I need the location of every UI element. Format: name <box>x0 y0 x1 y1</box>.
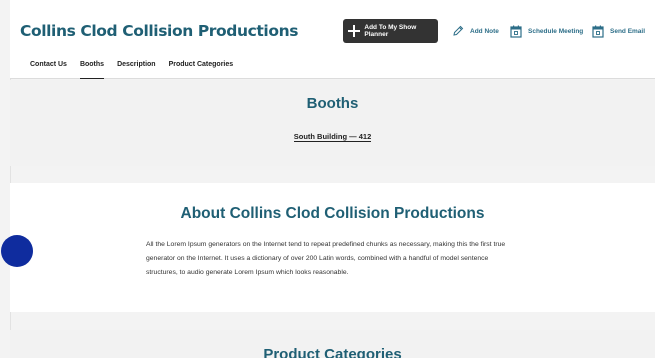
floating-dot[interactable] <box>1 235 33 267</box>
send-email-label: Send Email <box>610 27 646 35</box>
product-categories-section: Product Categories <box>10 330 655 358</box>
section-tabs: Contact Us Booths Description Product Ca… <box>20 61 246 79</box>
add-to-planner-label: Add To My Show Planner <box>364 24 417 38</box>
schedule-meeting-label: Schedule Meeting <box>528 27 584 35</box>
tab-product-categories[interactable]: Product Categories <box>169 61 234 79</box>
booths-section: Booths South Building — 412 <box>10 80 655 166</box>
booth-location: South Building — 412 <box>10 132 655 142</box>
exhibitor-header: Collins Clod Collision Productions Add T… <box>10 0 655 79</box>
add-note-label: Add Note <box>470 27 499 35</box>
pencil-icon <box>453 25 464 36</box>
send-email-button[interactable]: Send Email <box>592 23 645 39</box>
calendar-icon <box>510 25 522 38</box>
tab-contact-us[interactable]: Contact Us <box>30 61 67 79</box>
about-heading: About Collins Clod Collision Productions <box>180 205 485 222</box>
add-to-planner-button[interactable]: Add To My Show Planner <box>343 19 438 43</box>
calendar-icon <box>592 25 604 38</box>
add-note-button[interactable]: Add Note <box>452 23 499 39</box>
about-description: All the Lorem Ipsum generators on the In… <box>146 241 506 276</box>
plus-icon <box>348 25 361 37</box>
schedule-meeting-button[interactable]: Schedule Meeting <box>510 23 583 39</box>
about-section: About Collins Clod Collision Productions… <box>10 183 655 312</box>
tab-booths[interactable]: Booths <box>79 61 105 79</box>
booth-location-link[interactable]: South Building — 412 <box>293 132 372 142</box>
booths-heading: Booths <box>306 95 359 112</box>
product-categories-heading: Product Categories <box>263 346 402 358</box>
tab-description[interactable]: Description <box>117 61 156 79</box>
company-title: Collins Clod Collision Productions <box>20 22 299 40</box>
